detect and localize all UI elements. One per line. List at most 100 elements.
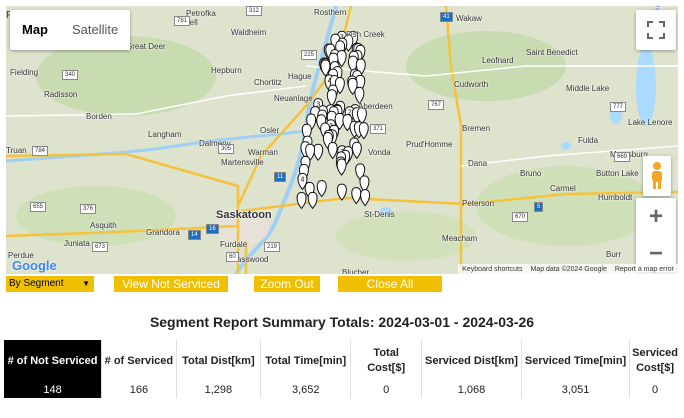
highway-shield: 14 [188,230,201,240]
place-label: Carmel [550,184,576,193]
highway-shield: 669 [614,152,631,162]
highway-shield: 781 [174,16,191,26]
highway-shield: 673 [92,242,109,252]
segment-select-value: By Segment [9,278,64,289]
report-map-error-link[interactable]: Report a map error [611,264,678,274]
place-label: Aberdeen [358,102,393,111]
place-label: Bruno [520,169,542,178]
summary-header-row: # of Not Serviced # of Serviced Total Di… [4,340,680,382]
place-label: Fielding [10,68,39,77]
value-serviced: 166 [101,382,177,398]
value-total-time: 3,652 [260,382,352,398]
value-serviced-dist: 1,068 [421,382,523,398]
place-label: Blucher [342,268,370,274]
col-total-time: Total Time[min] [260,340,352,382]
value-serviced-cost: 0 [652,384,659,396]
value-not-serviced: 148 [4,382,103,398]
place-label: Meacham [442,234,478,243]
highway-shield: 312 [246,6,263,16]
col-total-cost: Total Cost[$] [350,340,422,382]
marker-count-label: 4 [301,176,305,183]
place-label: Peterson [462,199,495,208]
place-label: Truan [6,146,27,155]
place-label: Petrofka [186,9,216,18]
place-label: Neuanlage [274,94,313,103]
place-label: Grandora [146,228,180,237]
place-label: Humboldt [598,193,633,202]
col-total-dist: Total Dist[km] [176,340,262,382]
col-serviced-cost: Serviced Cost[$] [632,347,678,374]
place-label: St-Denis [364,210,395,219]
highway-shield: 371 [370,124,387,134]
place-label: Great Deer [126,42,166,51]
place-label: Middle Lake [566,84,610,93]
place-label: Saint Benedict [526,48,578,57]
place-label: Fish Creek [346,30,385,39]
place-label: Borden [86,112,112,121]
highway-shield: 777 [610,102,627,112]
place-label: Burr [606,250,622,259]
place-label: Saskatoon [216,209,272,221]
highway-shield: 41 [440,12,453,22]
place-label: Rosthern [314,8,347,17]
place-label: Osler [260,126,280,135]
place-label: Vonda [368,148,391,157]
place-label: Hepburn [211,66,242,75]
map-type-satellite-button[interactable]: Satellite [60,10,130,50]
place-label: Furdale [220,240,248,249]
highway-shield: 219 [264,242,281,252]
place-label: Juniata [64,239,90,248]
view-not-serviced-button[interactable]: View Not Serviced [114,276,228,292]
highway-shield: 784 [32,146,49,156]
place-label: Martensville [221,158,264,167]
keyboard-shortcuts-link[interactable]: Keyboard shortcuts [458,264,526,274]
zoom-out-button[interactable]: Zoom Out [254,276,320,292]
col-serviced-dist: Serviced Dist[km] [421,340,523,382]
summary-table: # of Not Serviced # of Serviced Total Di… [4,340,680,398]
place-label: Wakaw [456,14,482,23]
highway-shield: 60 [226,252,239,262]
highway-shield: 11 [274,172,287,182]
fullscreen-icon [647,21,665,39]
col-serviced-time: Serviced Time[min] [521,340,631,382]
place-label: Bremen [462,124,491,133]
zoom-control: + − [636,198,676,272]
highway-shield: 340 [62,70,79,80]
map-data-text: Map data ©2024 Google [530,266,607,273]
place-label: Lake Lenore [628,118,673,127]
map-type-control: Map Satellite [10,10,131,50]
zoom-in-button[interactable]: + [636,198,676,235]
pegman-icon [652,162,662,189]
col-serviced: # of Serviced [101,340,177,382]
report-title: Segment Report Summary Totals: 2024-03-0… [149,314,535,330]
highway-shield: 376 [80,204,97,214]
chevron-down-icon: ▼ [82,279,90,288]
highway-shield: 670 [512,212,529,222]
fullscreen-button[interactable] [636,10,676,50]
place-label: Leofnard [482,56,514,65]
google-logo: Google [12,258,57,273]
summary-values-row: 148 166 1,298 3,652 0 1,068 3,051 0 [4,382,680,398]
map-type-map-button[interactable]: Map [10,10,60,50]
highway-shield: 305 [218,144,235,154]
place-label: Asquith [90,221,117,230]
close-all-markers-button[interactable]: Close All Markers [338,276,442,307]
place-label: Fulda [578,136,599,145]
segment-select[interactable]: By Segment ▼ [6,276,94,292]
place-label: Waldheim [231,28,267,37]
street-view-pegman[interactable] [643,156,671,196]
place-label: Cudworth [454,80,489,89]
value-serviced-time: 3,051 [521,382,631,398]
highway-shield: 655 [30,202,47,212]
value-total-dist: 1,298 [176,382,262,398]
col-not-serviced: # of Not Serviced [4,340,103,382]
highway-shield: 5 [534,202,544,212]
map-view[interactable]: 3124323124 PetrofkaRosthernWakawEdzellWa… [6,6,678,274]
place-label: Button Lake [596,169,639,178]
place-label: Warman [248,148,278,157]
place-label: Chortitz [254,78,282,87]
place-label: Dana [468,159,488,168]
map-attribution: Keyboard shortcuts Map data ©2024 Google… [458,264,678,274]
place-label: Radisson [44,90,78,99]
place-label: Hague [288,72,312,81]
